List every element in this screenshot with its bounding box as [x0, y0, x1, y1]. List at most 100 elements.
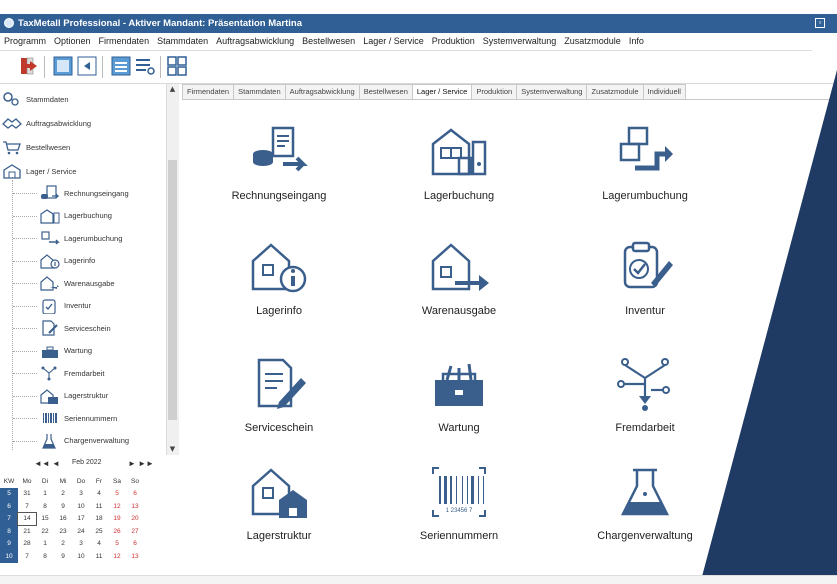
- tab-zusatzmodule[interactable]: Zusatzmodule: [586, 84, 644, 99]
- tree-item-rechnungseingang[interactable]: Rechnungseingang: [40, 182, 129, 204]
- calendar-day[interactable]: 2: [54, 538, 72, 551]
- tile-rechnungseingang[interactable]: Rechnungseingang: [184, 124, 374, 224]
- calendar-day[interactable]: 3: [72, 488, 90, 501]
- calendar-day[interactable]: 20: [126, 513, 144, 526]
- exit-icon[interactable]: [18, 55, 40, 77]
- calendar-day[interactable]: 21: [18, 525, 36, 538]
- tree-item-lagerstruktur[interactable]: Lagerstruktur: [40, 385, 108, 407]
- tree-item-wartung[interactable]: Wartung: [40, 340, 92, 362]
- scrollbar-thumb[interactable]: [168, 160, 177, 420]
- calendar-day[interactable]: 1: [36, 488, 54, 501]
- calendar-day[interactable]: 7: [18, 550, 36, 563]
- tile-fremdarbeit[interactable]: Fremdarbeit: [550, 356, 740, 456]
- menu-item-9[interactable]: Zusatzmodule: [560, 33, 625, 50]
- tree-item-serviceschein[interactable]: Serviceschein: [40, 317, 111, 339]
- tile-lagerstruktur[interactable]: Lagerstruktur: [184, 464, 374, 564]
- tree-item-inventur[interactable]: Inventur: [40, 295, 91, 317]
- scroll-up-icon[interactable]: ▲: [168, 85, 177, 94]
- calendar-day[interactable]: 18: [90, 513, 108, 526]
- tab-systemverwaltung[interactable]: Systemverwaltung: [516, 84, 588, 99]
- scroll-down-icon[interactable]: ▼: [168, 445, 177, 454]
- tab-firmendaten[interactable]: Firmendaten: [182, 84, 235, 99]
- calendar-day[interactable]: 7: [18, 500, 36, 513]
- window-forward-icon[interactable]: [76, 55, 98, 77]
- calendar-day[interactable]: 25: [90, 525, 108, 538]
- minimize-icon[interactable]: ▫: [815, 18, 825, 28]
- calendar-day[interactable]: 5: [108, 538, 126, 551]
- tile-seriennummern[interactable]: 1 23456 7 Seriennummern: [364, 464, 554, 564]
- tile-chargenverwaltung[interactable]: Chargenverwaltung: [550, 464, 740, 564]
- tile-serviceschein[interactable]: Serviceschein: [184, 356, 374, 456]
- tree-item-stammdaten[interactable]: Stammdaten: [2, 88, 69, 110]
- menu-item-6[interactable]: Lager / Service: [359, 33, 428, 50]
- tab-lager-service[interactable]: Lager / Service: [411, 84, 473, 100]
- calendar-day[interactable]: 4: [90, 538, 108, 551]
- calendar-day[interactable]: 10: [72, 550, 90, 563]
- calendar-day[interactable]: 3: [72, 538, 90, 551]
- calendar-day[interactable]: 1: [36, 538, 54, 551]
- tab-bestellwesen[interactable]: Bestellwesen: [358, 84, 413, 99]
- tab-produktion[interactable]: Produktion: [471, 84, 518, 99]
- tree-item-chargenverwaltung[interactable]: Chargenverwaltung: [40, 430, 129, 452]
- tab-stammdaten[interactable]: Stammdaten: [233, 84, 286, 99]
- tree-item-bestellwesen[interactable]: Bestellwesen: [2, 136, 70, 158]
- tree-item-warenausgabe[interactable]: Warenausgabe: [40, 272, 115, 294]
- calendar-day[interactable]: 15: [36, 513, 54, 526]
- calendar-day[interactable]: 24: [72, 525, 90, 538]
- tree-item-lagerumbuchung[interactable]: Lagerumbuchung: [40, 227, 122, 249]
- calendar-day[interactable]: 14: [17, 511, 37, 526]
- tree-item-auftragsabwicklung[interactable]: Auftragsabwicklung: [2, 112, 91, 134]
- calendar-day[interactable]: 13: [126, 550, 144, 563]
- calendar-day[interactable]: 9: [54, 550, 72, 563]
- menu-item-4[interactable]: Auftragsabwicklung: [212, 33, 298, 50]
- calendar-day[interactable]: 2: [54, 488, 72, 501]
- calendar-day[interactable]: 28: [18, 538, 36, 551]
- tree-item-fremdarbeit[interactable]: Fremdarbeit: [40, 362, 104, 384]
- tree-item-lagerinfo[interactable]: Lagerinfo: [40, 250, 95, 272]
- tile-wartung[interactable]: Wartung: [364, 356, 554, 456]
- menu-item-0[interactable]: Programm: [0, 33, 50, 50]
- menu-item-1[interactable]: Optionen: [50, 33, 95, 50]
- tile-icon[interactable]: [166, 55, 188, 77]
- calendar-day[interactable]: 19: [108, 513, 126, 526]
- calendar-day[interactable]: 16: [54, 513, 72, 526]
- calendar-day[interactable]: 17: [72, 513, 90, 526]
- calendar-day[interactable]: 22: [36, 525, 54, 538]
- menu-item-3[interactable]: Stammdaten: [153, 33, 212, 50]
- calendar-prev-icon[interactable]: ◄◄ ◄: [34, 459, 60, 468]
- tree-scrollbar[interactable]: ▲ ▼: [166, 84, 179, 455]
- calendar-day[interactable]: 9: [54, 500, 72, 513]
- calendar-day[interactable]: 10: [72, 500, 90, 513]
- tile-lagerbuchung[interactable]: Lagerbuchung: [364, 124, 554, 224]
- calendar-day[interactable]: 6: [126, 488, 144, 501]
- tile-warenausgabe[interactable]: Warenausgabe: [364, 239, 554, 339]
- tile-lagerinfo[interactable]: Lagerinfo: [184, 239, 374, 339]
- calendar-day[interactable]: 11: [90, 550, 108, 563]
- calendar-day[interactable]: 13: [126, 500, 144, 513]
- tree-item-seriennummern[interactable]: Seriennummern: [40, 407, 117, 429]
- tab-auftragsabwicklung[interactable]: Auftragsabwicklung: [284, 84, 360, 99]
- calendar-day[interactable]: 12: [108, 500, 126, 513]
- window-back-icon[interactable]: [52, 55, 74, 77]
- calendar-day[interactable]: 26: [108, 525, 126, 538]
- menu-item-10[interactable]: Info: [625, 33, 648, 50]
- tree-item-lagerbuchung[interactable]: Lagerbuchung: [40, 205, 112, 227]
- tile-inventur[interactable]: Inventur: [550, 239, 740, 339]
- calendar-day[interactable]: 11: [90, 500, 108, 513]
- calendar-day[interactable]: 8: [36, 550, 54, 563]
- tab-individuell[interactable]: Individuell: [642, 84, 686, 99]
- tile-lagerumbuchung[interactable]: Lagerumbuchung: [550, 124, 740, 224]
- calendar-day[interactable]: 23: [54, 525, 72, 538]
- calendar-day[interactable]: 4: [90, 488, 108, 501]
- menu-item-2[interactable]: Firmendaten: [95, 33, 154, 50]
- tree-item-lager-service[interactable]: Lager / Service: [2, 160, 76, 182]
- calendar-day[interactable]: 27: [126, 525, 144, 538]
- calendar-day[interactable]: 31: [18, 488, 36, 501]
- calendar-day[interactable]: 12: [108, 550, 126, 563]
- window-list-icon[interactable]: [110, 55, 132, 77]
- calendar-next-icon[interactable]: ► ►►: [128, 459, 154, 468]
- menu-item-5[interactable]: Bestellwesen: [298, 33, 359, 50]
- menu-item-8[interactable]: Systemverwaltung: [479, 33, 561, 50]
- menu-item-7[interactable]: Produktion: [428, 33, 479, 50]
- calendar-day[interactable]: 5: [108, 488, 126, 501]
